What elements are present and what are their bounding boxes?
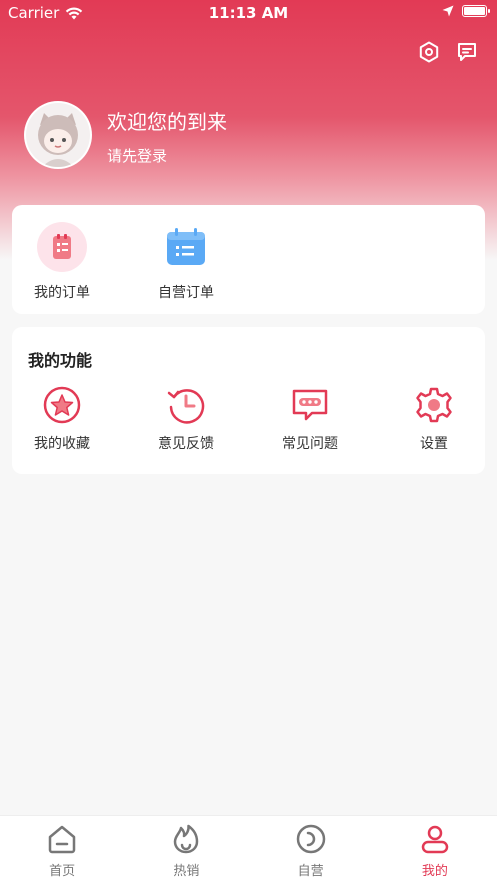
history-clock-icon — [167, 389, 205, 424]
functions-title: 我的功能 — [28, 351, 93, 370]
tab-home[interactable]: 首页 — [0, 816, 124, 883]
faq-label: 常见问题 — [282, 436, 338, 452]
feedback-label: 意见反馈 — [158, 436, 214, 452]
status-time: 11:13 AM — [208, 4, 289, 22]
my-orders-button[interactable]: 我的订单 — [12, 222, 112, 302]
order-list-icon — [37, 222, 87, 272]
self-run-orders-label: 自营订单 — [158, 285, 214, 301]
tab-hot[interactable]: 热销 — [124, 816, 248, 883]
tab-mine[interactable]: 我的 — [373, 816, 497, 883]
settings-label: 设置 — [420, 436, 448, 452]
settings-hex-icon[interactable] — [417, 40, 441, 64]
favorites-button[interactable]: 我的收藏 — [12, 385, 112, 453]
status-right — [442, 5, 490, 17]
chat-bubble-icon — [292, 389, 328, 421]
tab-bar: 首页 热销 自营 我的 — [0, 815, 497, 883]
functions-card: 我的功能 我的收藏 意见反馈 常见问题 设置 — [12, 327, 485, 474]
faq-button[interactable]: 常见问题 — [260, 385, 360, 453]
header-actions — [417, 40, 479, 64]
self-run-icon — [296, 824, 325, 854]
settings-button[interactable]: 设置 — [384, 385, 484, 453]
message-icon[interactable] — [455, 40, 479, 64]
tab-home-label: 首页 — [49, 864, 76, 879]
login-link[interactable]: 请先登录 — [107, 145, 167, 166]
location-arrow-icon — [442, 5, 454, 17]
my-orders-label: 我的订单 — [34, 285, 90, 301]
avatar-image — [26, 103, 90, 167]
user-icon — [421, 825, 449, 854]
avatar[interactable] — [24, 101, 92, 169]
orders-card: 我的订单 自营订单 — [12, 205, 485, 314]
favorites-label: 我的收藏 — [34, 436, 90, 452]
tab-mine-label: 我的 — [421, 864, 448, 879]
flame-icon — [174, 824, 199, 854]
self-run-orders-button[interactable]: 自营订单 — [136, 222, 236, 302]
profile-section[interactable]: 欢迎您的到来 请先登录 — [24, 101, 474, 169]
feedback-button[interactable]: 意见反馈 — [136, 385, 236, 453]
tab-hot-label: 热销 — [173, 864, 200, 879]
star-icon — [43, 386, 81, 424]
battery-icon — [462, 5, 490, 17]
tab-self-run[interactable]: 自营 — [249, 816, 373, 883]
gear-icon — [416, 387, 452, 423]
status-bar: Carrier 11:13 AM — [0, 0, 497, 26]
tab-self-run-label: 自营 — [297, 864, 324, 879]
welcome-text: 欢迎您的到来 — [107, 110, 227, 134]
calendar-list-icon — [161, 222, 211, 272]
home-icon — [48, 825, 76, 854]
